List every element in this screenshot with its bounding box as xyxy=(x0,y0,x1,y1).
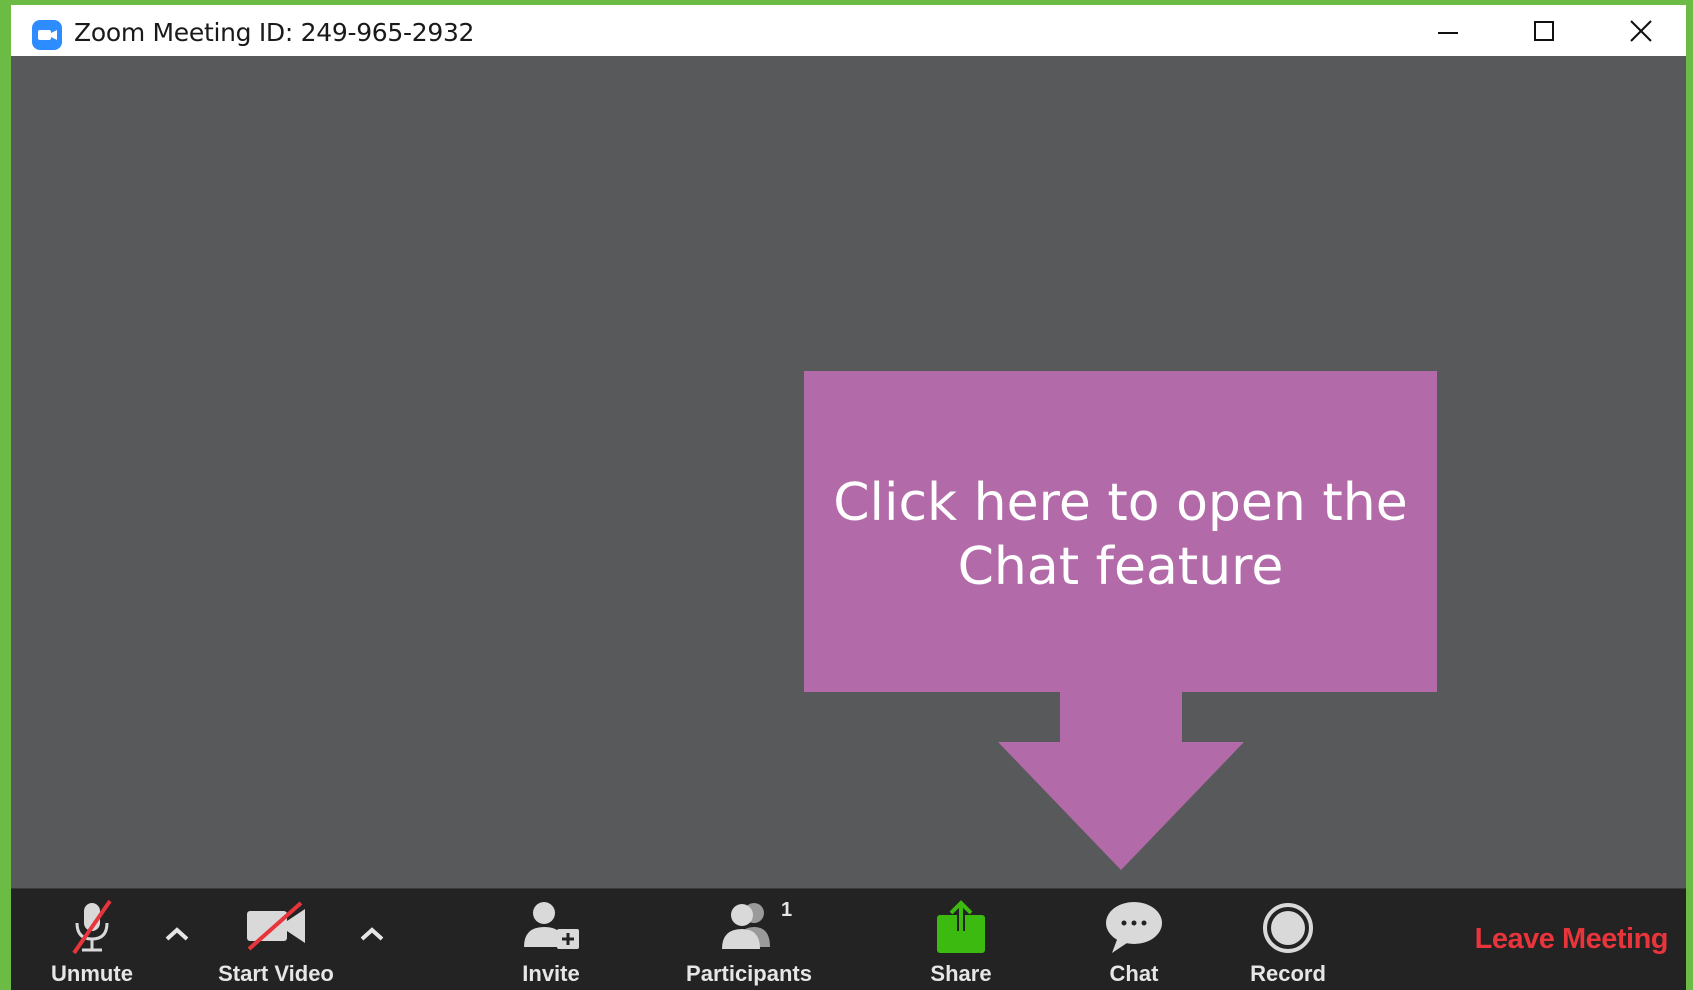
chevron-up-icon xyxy=(165,927,189,941)
zoom-logo-icon xyxy=(32,20,62,50)
chat-label: Chat xyxy=(1109,961,1159,986)
callout-arrow-icon xyxy=(998,692,1244,870)
zoom-window: Zoom Meeting ID: 249-965-2932 Click here… xyxy=(11,5,1686,990)
muted-microphone-icon xyxy=(72,899,112,955)
minimize-button[interactable] xyxy=(1403,5,1493,56)
window-title: Zoom Meeting ID: 249-965-2932 xyxy=(74,18,475,47)
invite-label: Invite xyxy=(522,961,580,986)
callout-box: Click here to open the Chat feature xyxy=(804,371,1437,692)
callout-text: Click here to open the Chat feature xyxy=(804,471,1437,599)
participants-count-badge: 1 xyxy=(781,899,793,921)
title-bar: Zoom Meeting ID: 249-965-2932 xyxy=(11,5,1686,56)
record-button[interactable]: Record xyxy=(1228,889,1348,990)
chat-bubble-icon xyxy=(1106,902,1162,953)
share-label: Share xyxy=(930,961,992,986)
callout-line-2: Chat feature xyxy=(957,537,1284,597)
audio-options-caret[interactable] xyxy=(157,919,197,949)
invite-person-icon xyxy=(524,902,579,949)
share-button[interactable]: Share xyxy=(901,889,1021,990)
video-off-icon xyxy=(247,901,305,951)
participants-icon xyxy=(722,903,770,949)
invite-button[interactable]: Invite xyxy=(491,889,611,990)
maximize-button[interactable] xyxy=(1499,5,1589,56)
chevron-up-icon xyxy=(360,927,384,941)
chat-button[interactable]: Chat xyxy=(1074,889,1194,990)
callout-line-1: Click here to open the xyxy=(833,473,1408,533)
leave-meeting-button[interactable]: Leave Meeting xyxy=(1475,923,1669,956)
share-screen-icon xyxy=(937,900,985,953)
close-icon xyxy=(1630,20,1652,42)
participants-label: Participants xyxy=(686,961,812,986)
start-video-label: Start Video xyxy=(218,961,334,986)
participants-button[interactable]: 1 Participants xyxy=(674,889,824,990)
unmute-label: Unmute xyxy=(51,961,133,986)
maximize-icon xyxy=(1534,21,1554,41)
record-icon xyxy=(1263,903,1313,953)
unmute-button[interactable]: Unmute xyxy=(29,889,155,990)
close-button[interactable] xyxy=(1596,5,1686,56)
meeting-toolbar: Unmute Start Video Invite 1 Participants… xyxy=(11,888,1686,990)
video-options-caret[interactable] xyxy=(352,919,392,949)
minimize-icon xyxy=(1438,32,1458,34)
start-video-button[interactable]: Start Video xyxy=(201,889,351,990)
record-label: Record xyxy=(1250,961,1326,986)
